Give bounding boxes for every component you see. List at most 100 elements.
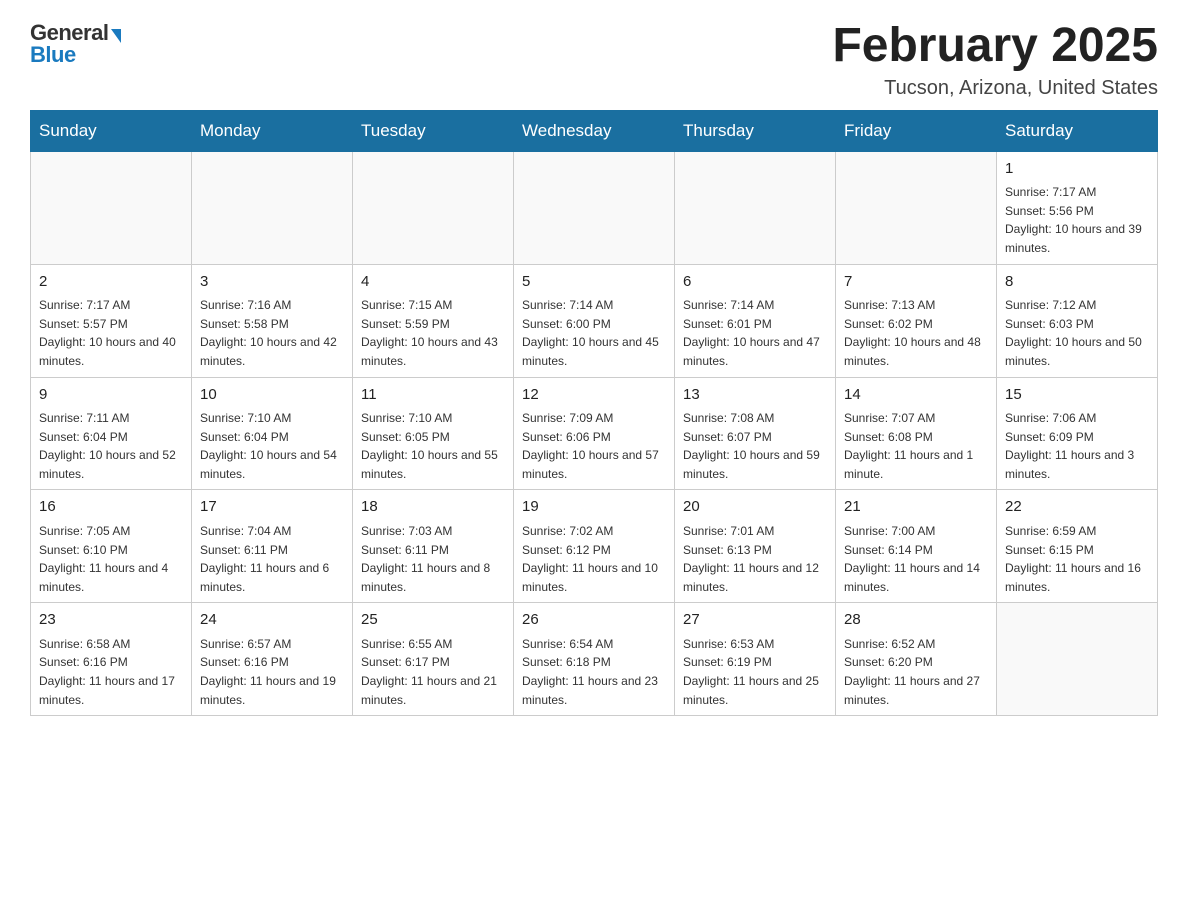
day-info: Sunrise: 7:14 AM Sunset: 6:01 PM Dayligh… [683, 296, 827, 370]
calendar-cell: 22 Sunrise: 6:59 AM Sunset: 6:15 PM Dayli… [997, 490, 1158, 603]
calendar-table: SundayMondayTuesdayWednesdayThursdayFrid… [30, 110, 1158, 716]
day-info: Sunrise: 7:02 AM Sunset: 6:12 PM Dayligh… [522, 522, 666, 596]
calendar-cell [192, 151, 353, 264]
day-info: Sunrise: 6:58 AM Sunset: 6:16 PM Dayligh… [39, 635, 183, 709]
day-number: 10 [200, 384, 344, 407]
day-info: Sunrise: 7:12 AM Sunset: 6:03 PM Dayligh… [1005, 296, 1149, 370]
calendar-cell: 11Sunrise: 7:10 AM Sunset: 6:05 PM Dayli… [353, 377, 514, 490]
day-number: 3 [200, 271, 344, 294]
logo-arrow-icon [111, 29, 121, 43]
day-number: 13 [683, 384, 827, 407]
calendar-cell: 2Sunrise: 7:17 AM Sunset: 5:57 PM Daylig… [31, 264, 192, 377]
day-number: 19 [522, 496, 666, 519]
day-info: Sunrise: 6:52 AM Sunset: 6:20 PM Dayligh… [844, 635, 988, 709]
calendar-week-1: 1Sunrise: 7:17 AM Sunset: 5:56 PM Daylig… [31, 151, 1158, 264]
day-number: 20 [683, 496, 827, 519]
day-info: Sunrise: 7:08 AM Sunset: 6:07 PM Dayligh… [683, 409, 827, 483]
day-of-week-thursday: Thursday [675, 110, 836, 151]
logo-blue-text: Blue [30, 42, 76, 68]
day-number: 8 [1005, 271, 1149, 294]
day-number: 7 [844, 271, 988, 294]
day-info: Sunrise: 7:14 AM Sunset: 6:00 PM Dayligh… [522, 296, 666, 370]
title-block: February 2025 Tucson, Arizona, United St… [832, 20, 1158, 100]
day-number: 17 [200, 496, 344, 519]
calendar-cell [353, 151, 514, 264]
page-header: General Blue February 2025 Tucson, Arizo… [30, 20, 1158, 100]
day-number: 6 [683, 271, 827, 294]
calendar-cell [514, 151, 675, 264]
day-info: Sunrise: 7:11 AM Sunset: 6:04 PM Dayligh… [39, 409, 183, 483]
days-of-week-row: SundayMondayTuesdayWednesdayThursdayFrid… [31, 110, 1158, 151]
calendar-cell: 8Sunrise: 7:12 AM Sunset: 6:03 PM Daylig… [997, 264, 1158, 377]
calendar-cell: 23 Sunrise: 6:58 AM Sunset: 6:16 PM Dayli… [31, 603, 192, 716]
month-year-title: February 2025 [832, 20, 1158, 73]
calendar-cell: 26 Sunrise: 6:54 AM Sunset: 6:18 PM Dayli… [514, 603, 675, 716]
day-info: Sunrise: 7:03 AM Sunset: 6:11 PM Dayligh… [361, 522, 505, 596]
calendar-cell: 24 Sunrise: 6:57 AM Sunset: 6:16 PM Dayli… [192, 603, 353, 716]
day-info: Sunrise: 6:54 AM Sunset: 6:18 PM Dayligh… [522, 635, 666, 709]
day-info: Sunrise: 7:17 AM Sunset: 5:57 PM Dayligh… [39, 296, 183, 370]
day-of-week-sunday: Sunday [31, 110, 192, 151]
calendar-cell [997, 603, 1158, 716]
day-info: Sunrise: 7:09 AM Sunset: 6:06 PM Dayligh… [522, 409, 666, 483]
calendar-cell: 27Sunrise: 6:53 AM Sunset: 6:19 PM Dayli… [675, 603, 836, 716]
calendar-body: 1Sunrise: 7:17 AM Sunset: 5:56 PM Daylig… [31, 151, 1158, 715]
day-number: 9 [39, 384, 183, 407]
day-info: Sunrise: 6:57 AM Sunset: 6:16 PM Dayligh… [200, 635, 344, 709]
day-info: Sunrise: 6:55 AM Sunset: 6:17 PM Dayligh… [361, 635, 505, 709]
day-info: Sunrise: 7:05 AM Sunset: 6:10 PM Dayligh… [39, 522, 183, 596]
day-number: 18 [361, 496, 505, 519]
calendar-week-4: 16 Sunrise: 7:05 AM Sunset: 6:10 PM Dayli… [31, 490, 1158, 603]
day-number: 5 [522, 271, 666, 294]
calendar-cell: 16 Sunrise: 7:05 AM Sunset: 6:10 PM Dayli… [31, 490, 192, 603]
day-number: 16 [39, 496, 183, 519]
day-number: 25 [361, 609, 505, 632]
day-info: Sunrise: 7:06 AM Sunset: 6:09 PM Dayligh… [1005, 409, 1149, 483]
calendar-cell: 15Sunrise: 7:06 AM Sunset: 6:09 PM Dayli… [997, 377, 1158, 490]
day-of-week-wednesday: Wednesday [514, 110, 675, 151]
calendar-week-3: 9Sunrise: 7:11 AM Sunset: 6:04 PM Daylig… [31, 377, 1158, 490]
calendar-cell: 5Sunrise: 7:14 AM Sunset: 6:00 PM Daylig… [514, 264, 675, 377]
day-number: 15 [1005, 384, 1149, 407]
calendar-header: SundayMondayTuesdayWednesdayThursdayFrid… [31, 110, 1158, 151]
calendar-cell: 9Sunrise: 7:11 AM Sunset: 6:04 PM Daylig… [31, 377, 192, 490]
day-info: Sunrise: 7:16 AM Sunset: 5:58 PM Dayligh… [200, 296, 344, 370]
day-of-week-tuesday: Tuesday [353, 110, 514, 151]
calendar-cell: 10Sunrise: 7:10 AM Sunset: 6:04 PM Dayli… [192, 377, 353, 490]
day-of-week-monday: Monday [192, 110, 353, 151]
day-info: Sunrise: 7:15 AM Sunset: 5:59 PM Dayligh… [361, 296, 505, 370]
day-number: 2 [39, 271, 183, 294]
calendar-cell: 20 Sunrise: 7:01 AM Sunset: 6:13 PM Dayli… [675, 490, 836, 603]
calendar-cell [675, 151, 836, 264]
day-number: 11 [361, 384, 505, 407]
day-info: Sunrise: 7:13 AM Sunset: 6:02 PM Dayligh… [844, 296, 988, 370]
day-of-week-saturday: Saturday [997, 110, 1158, 151]
day-info: Sunrise: 7:10 AM Sunset: 6:04 PM Dayligh… [200, 409, 344, 483]
day-info: Sunrise: 7:04 AM Sunset: 6:11 PM Dayligh… [200, 522, 344, 596]
day-number: 12 [522, 384, 666, 407]
day-number: 24 [200, 609, 344, 632]
day-info: Sunrise: 7:01 AM Sunset: 6:13 PM Dayligh… [683, 522, 827, 596]
day-number: 23 [39, 609, 183, 632]
logo: General Blue [30, 20, 121, 68]
calendar-week-5: 23 Sunrise: 6:58 AM Sunset: 6:16 PM Dayli… [31, 603, 1158, 716]
day-number: 14 [844, 384, 988, 407]
calendar-cell: 1Sunrise: 7:17 AM Sunset: 5:56 PM Daylig… [997, 151, 1158, 264]
day-number: 4 [361, 271, 505, 294]
day-number: 26 [522, 609, 666, 632]
calendar-cell: 12Sunrise: 7:09 AM Sunset: 6:06 PM Dayli… [514, 377, 675, 490]
calendar-cell: 28 Sunrise: 6:52 AM Sunset: 6:20 PM Dayli… [836, 603, 997, 716]
day-info: Sunrise: 6:59 AM Sunset: 6:15 PM Dayligh… [1005, 522, 1149, 596]
day-info: Sunrise: 7:00 AM Sunset: 6:14 PM Dayligh… [844, 522, 988, 596]
calendar-cell: 17 Sunrise: 7:04 AM Sunset: 6:11 PM Dayli… [192, 490, 353, 603]
day-info: Sunrise: 7:17 AM Sunset: 5:56 PM Dayligh… [1005, 183, 1149, 257]
calendar-cell: 4Sunrise: 7:15 AM Sunset: 5:59 PM Daylig… [353, 264, 514, 377]
calendar-cell: 14Sunrise: 7:07 AM Sunset: 6:08 PM Dayli… [836, 377, 997, 490]
calendar-cell [836, 151, 997, 264]
calendar-cell: 7Sunrise: 7:13 AM Sunset: 6:02 PM Daylig… [836, 264, 997, 377]
day-number: 22 [1005, 496, 1149, 519]
location-subtitle: Tucson, Arizona, United States [832, 77, 1158, 100]
day-number: 28 [844, 609, 988, 632]
day-info: Sunrise: 7:07 AM Sunset: 6:08 PM Dayligh… [844, 409, 988, 483]
calendar-week-2: 2Sunrise: 7:17 AM Sunset: 5:57 PM Daylig… [31, 264, 1158, 377]
